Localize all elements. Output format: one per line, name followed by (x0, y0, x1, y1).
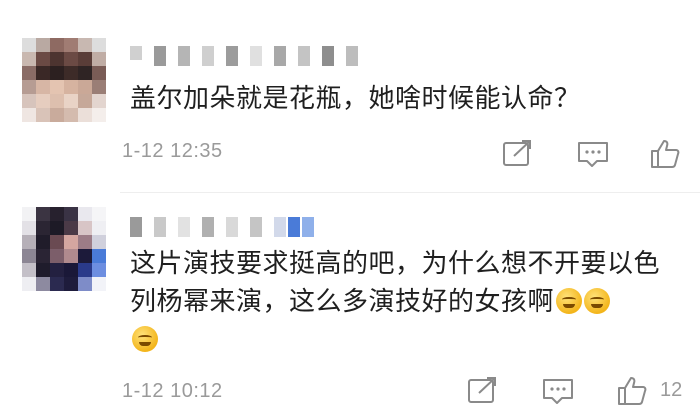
comment-icon (543, 379, 573, 404)
comment-timestamp: 1-12 10:12 (122, 380, 223, 402)
comment-text: 盖尔加朵就是花瓶，她啥时候能认命？ (130, 84, 581, 114)
avatar[interactable] (22, 207, 106, 291)
reply-button[interactable] (540, 375, 576, 407)
comment-item: 这片演技要求挺高的吧，为什么想不开要以色列杨幂来演，这么多演技好的女孩啊 1-1… (0, 195, 700, 420)
smirk-emoji (584, 288, 611, 314)
comment-timestamp: 1-12 12:35 (122, 140, 223, 162)
thumbs-up-icon (618, 377, 647, 405)
comment-icon (578, 142, 608, 167)
username-pixelated[interactable] (130, 215, 320, 237)
share-button[interactable] (465, 375, 501, 407)
share-button[interactable] (500, 138, 536, 170)
share-icon (468, 377, 496, 403)
avatar[interactable] (22, 38, 106, 122)
smirk-emoji (556, 288, 583, 314)
like-count: 12 (660, 379, 683, 401)
comment-item: 盖尔加朵就是花瓶，她啥时候能认命？ 1-12 12:35 (0, 0, 700, 195)
thumbs-up-icon (651, 140, 680, 168)
like-button[interactable] (615, 375, 651, 407)
comment-text: 这片演技要求挺高的吧，为什么想不开要以色列杨幂来演，这么多演技好的女孩啊 (130, 245, 685, 359)
reply-button[interactable] (575, 138, 611, 170)
smirk-emoji (132, 326, 158, 352)
like-button[interactable] (648, 138, 684, 170)
username-pixelated[interactable] (130, 42, 360, 66)
divider (120, 192, 700, 193)
share-icon (503, 140, 531, 166)
